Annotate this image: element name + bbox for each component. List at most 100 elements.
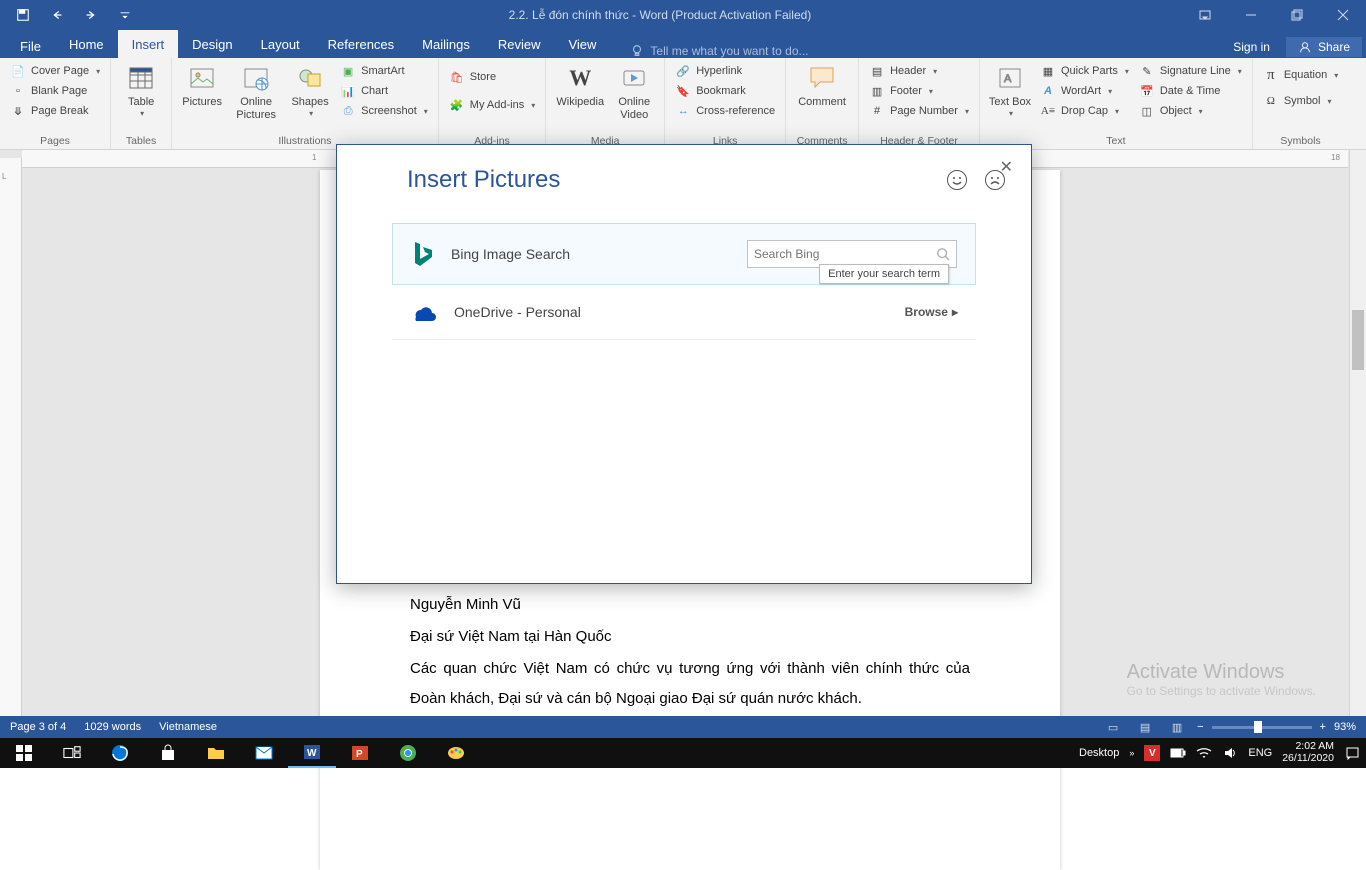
wikipedia-button[interactable]: WWikipedia bbox=[552, 60, 608, 109]
mail-icon[interactable] bbox=[240, 738, 288, 768]
smartart-button[interactable]: ▣SmartArt bbox=[336, 62, 432, 80]
tab-insert[interactable]: Insert bbox=[118, 30, 179, 58]
bookmark-button[interactable]: 🔖Bookmark bbox=[671, 82, 779, 100]
datetime-button[interactable]: 📅Date & Time bbox=[1135, 82, 1246, 100]
crossref-button[interactable]: ↔Cross-reference bbox=[671, 102, 779, 120]
chart-label: Chart bbox=[361, 85, 388, 97]
table-button[interactable]: Table▾ bbox=[117, 60, 165, 118]
qat-customize-icon[interactable] bbox=[112, 3, 138, 27]
zoom-slider[interactable] bbox=[1212, 726, 1312, 729]
header-button[interactable]: ▤Header▾ bbox=[865, 62, 973, 80]
tab-view[interactable]: View bbox=[554, 30, 610, 58]
zoom-in-button[interactable]: + bbox=[1320, 721, 1326, 733]
object-button[interactable]: ◫Object▾ bbox=[1135, 102, 1246, 120]
signin-button[interactable]: Sign in bbox=[1219, 36, 1284, 58]
blank-page-button[interactable]: ▫Blank Page bbox=[6, 82, 104, 100]
task-view-icon[interactable] bbox=[48, 738, 96, 768]
tab-layout[interactable]: Layout bbox=[247, 30, 314, 58]
vertical-scrollbar[interactable] bbox=[1349, 150, 1366, 716]
footer-button[interactable]: ▥Footer▾ bbox=[865, 82, 973, 100]
redo-icon[interactable] bbox=[78, 3, 104, 27]
zoom-thumb[interactable] bbox=[1254, 721, 1262, 733]
tab-review[interactable]: Review bbox=[484, 30, 555, 58]
store-taskbar-icon[interactable] bbox=[144, 738, 192, 768]
chevron-down-icon: ▾ bbox=[140, 109, 144, 118]
shapes-button[interactable]: Shapes▾ bbox=[286, 60, 334, 118]
search-input[interactable] bbox=[754, 247, 936, 261]
notifications-icon[interactable] bbox=[1344, 745, 1360, 761]
browse-button[interactable]: Browse▸ bbox=[905, 305, 958, 319]
battery-icon[interactable] bbox=[1170, 745, 1186, 761]
edge-icon[interactable] bbox=[96, 738, 144, 768]
screenshot-button[interactable]: ⎙Screenshot▾ bbox=[336, 102, 432, 120]
tab-home[interactable]: Home bbox=[55, 30, 118, 58]
tab-file[interactable]: File bbox=[6, 35, 55, 58]
document-content[interactable]: Nguyễn Minh Vũ Đại sứ Việt Nam tại Hàn Q… bbox=[410, 590, 970, 716]
tell-me-search[interactable]: Tell me what you want to do... bbox=[630, 44, 808, 58]
powerpoint-taskbar-icon[interactable]: P bbox=[336, 738, 384, 768]
tray-expand-icon[interactable]: » bbox=[1129, 748, 1134, 758]
cover-page-button[interactable]: 📄Cover Page▾ bbox=[6, 62, 104, 80]
read-mode-icon[interactable]: ▭ bbox=[1101, 718, 1125, 736]
save-icon[interactable] bbox=[10, 3, 36, 27]
chevron-right-icon: ▸ bbox=[952, 305, 958, 319]
search-icon[interactable] bbox=[936, 247, 950, 261]
page-number-button[interactable]: #Page Number▾ bbox=[865, 102, 973, 120]
wifi-icon[interactable] bbox=[1196, 745, 1212, 761]
signature-label: Signature Line bbox=[1160, 65, 1231, 77]
tab-references[interactable]: References bbox=[314, 30, 408, 58]
start-button[interactable] bbox=[0, 738, 48, 768]
volume-icon[interactable] bbox=[1222, 745, 1238, 761]
wikipedia-icon: W bbox=[564, 62, 596, 94]
minimize-icon[interactable] bbox=[1228, 0, 1274, 30]
group-comments: Comment Comments bbox=[786, 58, 859, 149]
undo-icon[interactable] bbox=[44, 3, 70, 27]
tray-app-icon[interactable]: V bbox=[1144, 745, 1160, 761]
zoom-level[interactable]: 93% bbox=[1334, 721, 1356, 733]
language-indicator[interactable]: ENG bbox=[1248, 747, 1272, 759]
feedback-sad-icon[interactable] bbox=[985, 170, 1005, 190]
signature-line-button[interactable]: ✎Signature Line▾ bbox=[1135, 62, 1246, 80]
desktop-toolbar-label[interactable]: Desktop bbox=[1079, 747, 1119, 759]
feedback-happy-icon[interactable] bbox=[947, 170, 967, 190]
restore-icon[interactable] bbox=[1274, 0, 1320, 30]
language-indicator[interactable]: Vietnamese bbox=[159, 721, 217, 733]
chrome-icon[interactable] bbox=[384, 738, 432, 768]
page-indicator[interactable]: Page 3 of 4 bbox=[10, 721, 66, 733]
ribbon-display-icon[interactable] bbox=[1182, 0, 1228, 30]
word-taskbar-icon[interactable]: W bbox=[288, 738, 336, 768]
web-layout-icon[interactable]: ▥ bbox=[1165, 718, 1189, 736]
dropcap-button[interactable]: A≡Drop Cap▾ bbox=[1036, 102, 1133, 120]
bing-search-row[interactable]: Bing Image Search Enter your search term bbox=[392, 223, 976, 285]
dropcap-icon: A≡ bbox=[1040, 103, 1056, 119]
close-icon[interactable] bbox=[1320, 0, 1366, 30]
chevron-down-icon: ▾ bbox=[424, 107, 428, 116]
symbol-button[interactable]: ΩSymbol▾ bbox=[1259, 92, 1342, 110]
comment-button[interactable]: Comment bbox=[792, 60, 852, 109]
page-break-button[interactable]: ⤋Page Break bbox=[6, 102, 104, 120]
clock[interactable]: 2:02 AM 26/11/2020 bbox=[1282, 741, 1334, 764]
online-video-button[interactable]: Online Video bbox=[610, 60, 658, 121]
pictures-button[interactable]: Pictures bbox=[178, 60, 226, 109]
zoom-out-button[interactable]: − bbox=[1197, 721, 1203, 733]
share-button[interactable]: Share bbox=[1286, 37, 1362, 57]
tab-design[interactable]: Design bbox=[178, 30, 246, 58]
online-pictures-button[interactable]: Online Pictures bbox=[228, 60, 284, 121]
chart-button[interactable]: 📊Chart bbox=[336, 82, 432, 100]
myaddins-button[interactable]: 🧩My Add-ins▾ bbox=[445, 96, 539, 114]
word-count[interactable]: 1029 words bbox=[84, 721, 141, 733]
textbox-button[interactable]: AText Box▾ bbox=[986, 60, 1034, 118]
hyperlink-button[interactable]: 🔗Hyperlink bbox=[671, 62, 779, 80]
print-layout-icon[interactable]: ▤ bbox=[1133, 718, 1157, 736]
store-button[interactable]: 🛍Store bbox=[445, 68, 539, 86]
paint-icon[interactable] bbox=[432, 738, 480, 768]
tab-mailings[interactable]: Mailings bbox=[408, 30, 484, 58]
onedrive-row[interactable]: OneDrive - Personal Browse▸ bbox=[392, 285, 976, 340]
equation-button[interactable]: πEquation▾ bbox=[1259, 66, 1342, 84]
wordart-button[interactable]: AWordArt▾ bbox=[1036, 82, 1133, 100]
quickparts-button[interactable]: ▦Quick Parts▾ bbox=[1036, 62, 1133, 80]
chevron-down-icon: ▾ bbox=[965, 107, 969, 116]
vertical-ruler[interactable]: L bbox=[0, 158, 22, 716]
scrollbar-thumb[interactable] bbox=[1352, 310, 1364, 370]
explorer-icon[interactable] bbox=[192, 738, 240, 768]
